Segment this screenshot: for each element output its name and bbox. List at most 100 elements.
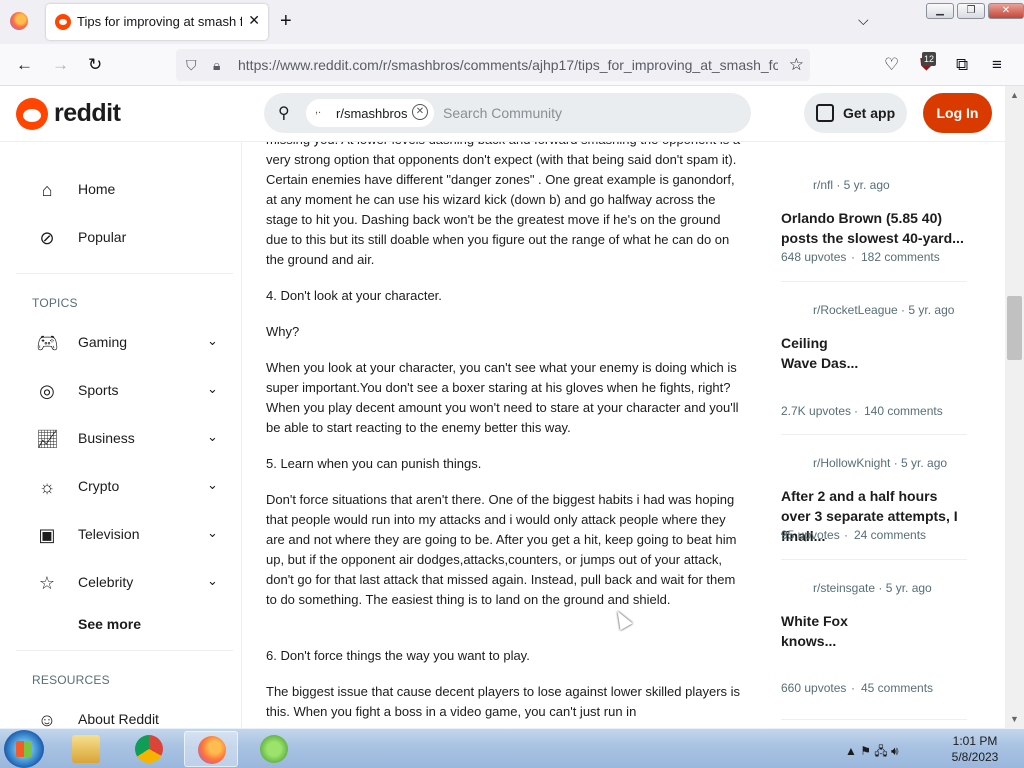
related-post-upvotes: 660 upvotes	[781, 681, 847, 695]
sidebar-item-label: Television	[78, 526, 140, 542]
chevron-down-icon[interactable]: ⌄	[207, 381, 218, 397]
minimize-window-button[interactable]: ▁	[926, 3, 954, 19]
related-post-title[interactable]: White Fox knows...	[781, 611, 865, 651]
related-post-title[interactable]: Orlando Brown (5.85 40) posts the slowes…	[781, 208, 967, 248]
related-post-card[interactable]: r/RocketLeague · 5 yr. ago Ceiling Wave …	[781, 303, 967, 418]
related-post-subreddit[interactable]: r/nfl · 5 yr. ago	[813, 178, 890, 192]
related-post-card[interactable]: r/steinsgate · 5 yr. ago White Fox knows…	[781, 581, 967, 701]
firefox-menu-icon[interactable]	[10, 12, 28, 30]
chevron-down-icon[interactable]: ⌄	[207, 333, 218, 349]
rail-separator	[781, 434, 967, 435]
tab-list-chevron-icon[interactable]: ⌵	[858, 12, 869, 29]
login-button[interactable]: Log In	[923, 93, 992, 133]
search-placeholder[interactable]: Search Community	[443, 105, 562, 121]
get-app-button[interactable]: Get app	[804, 93, 907, 133]
reddit-wordmark[interactable]: reddit	[54, 99, 121, 128]
url-bar[interactable]: ⛉ 🔒︎ https://www.reddit.com/r/smashbros/…	[176, 49, 810, 81]
related-post-comments: 140 comments	[864, 404, 943, 418]
extensions-puzzle-icon[interactable]: ⧉	[956, 55, 968, 75]
start-button[interactable]	[4, 730, 44, 768]
taskbar-chrome[interactable]	[122, 731, 176, 767]
sidebar-item-gaming[interactable]: 🎮︎ Gaming ⌄	[0, 323, 241, 363]
taskbar-app-4[interactable]	[247, 731, 301, 767]
crypto-sun-icon: ☼	[38, 477, 56, 497]
chip-clear-icon[interactable]: ✕	[412, 104, 428, 120]
sidebar-item-television[interactable]: ▣ Television ⌄	[0, 515, 241, 555]
page-scrollbar[interactable]: ▲ ▼	[1005, 86, 1024, 728]
related-post-title[interactable]: Ceiling Wave Das...	[781, 333, 865, 373]
browser-tab[interactable]: Tips for improving at smash for ✕	[46, 4, 268, 40]
lock-icon[interactable]: 🔒︎	[213, 57, 220, 74]
reddit-header: reddit ⚲ ,. r/smashbros ✕ Search Communi…	[0, 86, 1005, 142]
community-icon: ,.	[315, 104, 322, 116]
taskbar-clock[interactable]: 1:01 PM 5/8/2023	[935, 733, 1015, 765]
sidebar-item-sports[interactable]: ◎ Sports ⌄	[0, 371, 241, 411]
meta-separator: ·	[854, 404, 858, 418]
sidebar-item-label: Crypto	[78, 478, 120, 494]
related-post-subreddit[interactable]: r/steinsgate · 5 yr. ago	[813, 581, 932, 595]
tab-close-icon[interactable]: ✕	[248, 12, 260, 29]
chevron-down-icon[interactable]: ⌄	[207, 429, 218, 445]
reddit-logo-icon[interactable]	[16, 98, 48, 130]
gamepad-icon: 🎮︎	[36, 333, 59, 353]
windows-taskbar: ▲ ⚑ 🖧︎ 🔊︎ 1:01 PM 5/8/2023	[0, 728, 1024, 768]
new-tab-icon[interactable]: +	[280, 10, 292, 33]
scrollbar-thumb[interactable]	[1007, 296, 1022, 360]
sidebar-item-celebrity[interactable]: ☆ Celebrity ⌄	[0, 563, 241, 603]
search-bar[interactable]: ⚲ ,. r/smashbros ✕ Search Community	[264, 93, 751, 133]
related-post-subreddit[interactable]: r/HollowKnight · 5 yr. ago	[813, 456, 947, 470]
url-text[interactable]: https://www.reddit.com/r/smashbros/comme…	[238, 57, 778, 73]
related-post-subreddit[interactable]: r/RocketLeague · 5 yr. ago	[813, 303, 954, 317]
reload-icon[interactable]: ↻	[88, 55, 102, 75]
close-window-button[interactable]: ✕	[988, 3, 1024, 19]
taskbar-firefox[interactable]	[184, 731, 238, 767]
post-paragraph: The biggest issue that cause decent play…	[266, 684, 741, 719]
bookmark-star-icon[interactable]: ☆	[789, 55, 804, 75]
related-post-card[interactable]: r/HollowKnight · 5 yr. ago After 2 and a…	[781, 456, 967, 566]
tv-icon: ▣	[38, 525, 56, 545]
chevron-down-icon[interactable]: ⌄	[207, 573, 218, 589]
sidebar-item-crypto[interactable]: ☼ Crypto ⌄	[0, 467, 241, 507]
post-paragraph: Don't force situations that aren't there…	[266, 492, 737, 607]
app-menu-icon[interactable]: ≡	[992, 55, 1002, 75]
taskbar-explorer[interactable]	[59, 731, 113, 767]
get-app-label: Get app	[843, 105, 896, 121]
divider	[16, 273, 233, 274]
sidebar-item-label: Business	[78, 430, 135, 446]
restore-window-button[interactable]: ❐	[957, 3, 985, 19]
community-chip[interactable]: ,. r/smashbros ✕	[306, 99, 434, 127]
rail-separator	[781, 281, 967, 282]
clock-date: 5/8/2023	[951, 750, 999, 764]
sidebar-item-label: Sports	[78, 382, 119, 398]
post-paragraph: missing you. At lower levels dashing bac…	[266, 142, 740, 267]
shield-icon[interactable]: ⛉	[186, 57, 197, 74]
related-post-comments: 182 comments	[861, 250, 940, 264]
chart-icon: 📈︎	[36, 429, 59, 449]
related-post-upvotes: 2.7K upvotes	[781, 404, 852, 418]
see-more-link[interactable]: See more	[78, 616, 141, 632]
meta-separator: ·	[844, 528, 848, 542]
globe-icon	[260, 735, 288, 763]
sidebar-item-about[interactable]: ☺ About Reddit	[0, 700, 241, 728]
folder-icon	[72, 735, 100, 763]
scroll-down-arrow-icon[interactable]: ▼	[1010, 714, 1019, 724]
sidebar-item-popular[interactable]: ⊘ Popular	[0, 218, 241, 258]
topics-heading: TOPICS	[32, 296, 78, 310]
system-tray[interactable]: ▲ ⚑ 🖧︎ 🔊︎	[845, 742, 899, 763]
related-post-upvotes: 648 upvotes	[781, 250, 847, 264]
chevron-down-icon[interactable]: ⌄	[207, 525, 218, 541]
sidebar-item-home[interactable]: ⌂ Home	[0, 170, 241, 210]
related-post-card[interactable]: r/nfl · 5 yr. ago Orlando Brown (5.85 40…	[781, 178, 967, 288]
chrome-icon	[135, 735, 163, 763]
chevron-down-icon[interactable]: ⌄	[207, 477, 218, 493]
forward-arrow-icon[interactable]: →	[52, 55, 69, 75]
sidebar-item-business[interactable]: 📈︎ Business ⌄	[0, 419, 241, 459]
extension-badge: 12	[922, 52, 936, 66]
pocket-icon[interactable]: ♡	[884, 55, 899, 75]
scroll-up-arrow-icon[interactable]: ▲	[1010, 90, 1019, 100]
post-paragraph: Why?	[266, 324, 300, 339]
back-arrow-icon[interactable]: ←	[16, 55, 33, 75]
meta-separator: ·	[851, 681, 855, 695]
firefox-icon	[198, 736, 226, 764]
related-post-upvotes: 95 upvotes	[781, 528, 840, 542]
